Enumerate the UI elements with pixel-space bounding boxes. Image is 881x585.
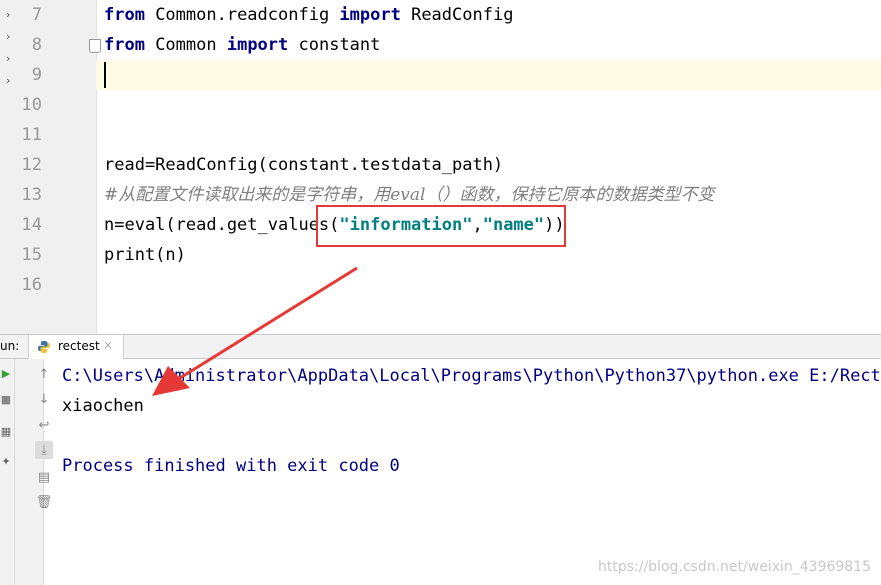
collapse-arrow-icon[interactable]: › [6, 30, 10, 43]
fold-marker-icon[interactable] [89, 39, 101, 53]
scroll-up-icon[interactable]: ↑ [35, 365, 53, 383]
annotation-highlight-box [316, 205, 566, 247]
scroll-to-end-icon[interactable]: ⤓ [35, 441, 53, 459]
code-line-15[interactable]: print(n) [104, 240, 186, 270]
scroll-down-icon[interactable]: ↓ [35, 390, 53, 408]
keyword: from [104, 35, 145, 55]
restore-layout-icon[interactable]: ▦ [0, 425, 12, 438]
stop-icon[interactable]: ■ [0, 393, 12, 406]
code-line-7[interactable]: from Common.readconfig import ReadConfig [104, 0, 513, 30]
line-number: 12 [21, 155, 42, 175]
rerun-icon[interactable]: ▶ [0, 367, 12, 380]
text-caret [104, 62, 106, 88]
line-number: 16 [21, 275, 42, 295]
run-tool-window-header: un: rectest × [0, 334, 881, 359]
watermark: https://blog.csdn.net/weixin_43969815 [597, 559, 871, 575]
import-name: constant [288, 35, 381, 55]
code-editor[interactable]: › › › › 7 8 9 10 11 12 13 14 15 16 from … [0, 0, 881, 334]
run-console[interactable]: ▶ ■ ▦ ✦ ↑ ↓ ↩ ⤓ ▤ 🗑 C:\Users\Administrat… [0, 359, 881, 585]
code-text: n=eval(read.get_values( [104, 215, 340, 235]
print-icon[interactable]: ▤ [35, 468, 53, 486]
module-name: Common [144, 35, 227, 55]
keyword: import [339, 5, 401, 25]
delete-icon[interactable]: 🗑 [35, 493, 53, 511]
current-line-highlight [96, 60, 881, 90]
collapse-arrow-icon[interactable]: › [6, 8, 10, 21]
tab-label: rectest [58, 339, 100, 353]
line-number: 13 [21, 185, 42, 205]
keyword: import [226, 35, 289, 55]
line-number: 15 [21, 245, 42, 265]
module-name: Common.readconfig [144, 5, 340, 25]
import-name: ReadConfig [400, 5, 514, 25]
console-command-line: C:\Users\Administrator\AppData\Local\Pro… [62, 366, 881, 386]
console-output-line: xiaochen [62, 396, 144, 416]
python-icon [38, 341, 50, 353]
run-tab-rectest[interactable]: rectest × [28, 335, 124, 359]
line-number: 8 [31, 35, 42, 55]
line-number: 11 [21, 125, 42, 145]
collapse-arrow-icon[interactable]: › [6, 74, 10, 87]
line-number: 9 [31, 65, 42, 85]
editor-left-strip: › › › › [0, 0, 16, 334]
line-number: 7 [31, 5, 42, 25]
code-line-8[interactable]: from Common import constant [104, 30, 380, 60]
console-exit-message: Process finished with exit code 0 [62, 456, 400, 476]
close-icon[interactable]: × [103, 338, 113, 352]
line-number: 10 [21, 95, 42, 115]
line-number: 14 [21, 215, 42, 235]
console-toolbar: ↑ ↓ ↩ ⤓ ▤ 🗑 [15, 359, 53, 585]
console-outer-toolbar: ▶ ■ ▦ ✦ [0, 359, 15, 585]
pin-icon[interactable]: ✦ [0, 455, 12, 468]
code-line-12[interactable]: read=ReadConfig(constant.testdata_path) [104, 150, 503, 180]
collapse-arrow-icon[interactable]: › [6, 52, 10, 65]
soft-wrap-icon[interactable]: ↩ [35, 416, 53, 434]
keyword: from [104, 5, 145, 25]
run-label: un: [0, 339, 20, 353]
